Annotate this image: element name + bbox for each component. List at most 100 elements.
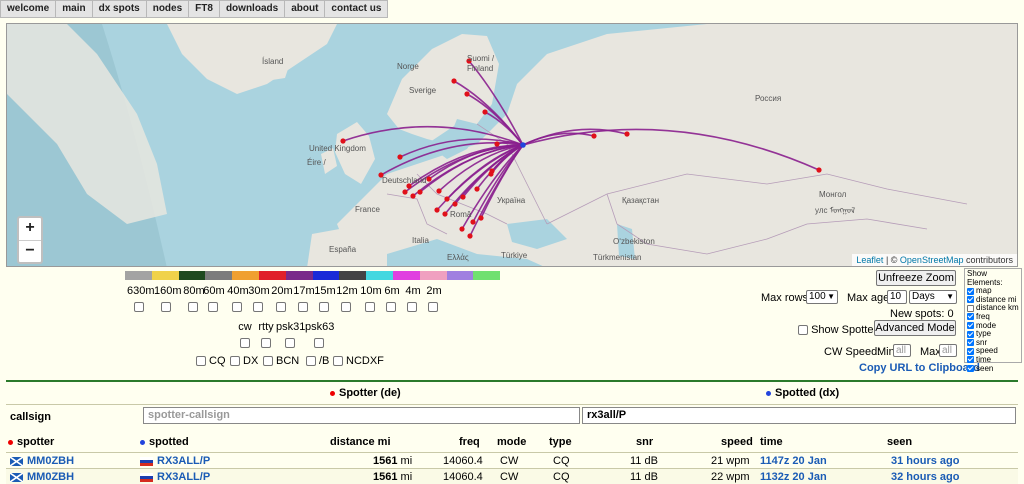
osm-link[interactable]: OpenStreetMap <box>900 255 964 265</box>
band-checkbox-30m[interactable] <box>253 302 263 312</box>
spotted-callsign-link[interactable]: RX3ALL/P <box>157 471 210 483</box>
col-speed[interactable]: speed <box>721 436 753 448</box>
band-checkbox-2m[interactable] <box>428 302 438 312</box>
spotter-marker[interactable] <box>417 189 423 195</box>
spotter-marker[interactable] <box>464 91 470 97</box>
advanced-mode-button[interactable]: Advanced Mode <box>874 320 956 336</box>
col-distance[interactable]: distance mi <box>330 436 391 448</box>
copy-url-link[interactable]: Copy URL to Clipboard <box>859 362 980 374</box>
seen-link[interactable]: 32 hours ago <box>891 471 959 483</box>
spotter-marker[interactable] <box>340 138 346 144</box>
spotter-marker[interactable] <box>451 78 457 84</box>
mode-checkbox-rtty[interactable] <box>261 338 271 348</box>
element-checkbox[interactable] <box>967 321 974 329</box>
spotted-callsign-link[interactable]: RX3ALL/P <box>157 455 210 467</box>
nav-welcome[interactable]: welcome <box>0 0 57 18</box>
spotter-callsign-link[interactable]: MM0ZBH <box>27 455 74 467</box>
show-element-distance-km[interactable]: distance km <box>967 304 1019 313</box>
leaflet-link[interactable]: Leaflet <box>856 255 883 265</box>
zoom-in-button[interactable]: + <box>19 218 41 240</box>
spotter-marker[interactable] <box>591 133 597 139</box>
mode-checkbox-psk63[interactable] <box>314 338 324 348</box>
show-element-mode[interactable]: mode <box>967 321 1019 331</box>
band-checkbox-630m[interactable] <box>134 302 144 312</box>
spotter-marker[interactable] <box>816 167 822 173</box>
type-checkbox[interactable] <box>196 356 206 367</box>
band-checkbox-17m[interactable] <box>298 302 308 312</box>
type-checkbox[interactable] <box>306 356 316 367</box>
col-seen[interactable]: seen <box>887 436 912 448</box>
col-spotter[interactable]: spotter <box>8 436 54 448</box>
type-checkbox[interactable] <box>333 356 343 367</box>
element-checkbox[interactable] <box>967 330 974 338</box>
show-spotters-toggle[interactable]: Show Spotters <box>798 324 883 336</box>
type-filter-slash-b[interactable]: /B <box>306 355 329 367</box>
zoom-out-button[interactable]: − <box>19 240 41 262</box>
spotter-marker[interactable] <box>444 196 450 202</box>
nav-ft8[interactable]: FT8 <box>189 0 220 18</box>
nav-nodes[interactable]: nodes <box>146 0 190 18</box>
spotter-marker[interactable] <box>434 207 440 213</box>
spotter-marker[interactable] <box>470 219 476 225</box>
col-spotted[interactable]: spotted <box>140 436 189 448</box>
type-checkbox[interactable] <box>263 356 273 367</box>
spotter-callsign-input[interactable]: spotter-callsign <box>143 407 580 424</box>
spotter-marker[interactable] <box>467 233 473 239</box>
seen-link[interactable]: 31 hours ago <box>891 455 959 467</box>
unfreeze-zoom-button[interactable]: Unfreeze Zoom <box>876 270 956 286</box>
band-checkbox-40m[interactable] <box>232 302 242 312</box>
show-spotters-checkbox[interactable] <box>798 325 808 336</box>
type-filter-cq[interactable]: CQ <box>196 355 226 367</box>
time-link[interactable]: 1132z 20 Jan <box>760 471 827 483</box>
type-filter-dx[interactable]: DX <box>230 355 258 367</box>
element-checkbox[interactable] <box>967 339 974 347</box>
band-checkbox-160m[interactable] <box>161 302 171 312</box>
show-element-time[interactable]: time <box>967 355 1019 365</box>
nav-about[interactable]: about <box>285 0 326 18</box>
band-checkbox-15m[interactable] <box>319 302 329 312</box>
nav-main[interactable]: main <box>56 0 93 18</box>
spotter-marker[interactable] <box>397 154 403 160</box>
col-freq[interactable]: freq <box>459 436 480 448</box>
type-checkbox[interactable] <box>230 356 240 367</box>
element-checkbox[interactable] <box>967 364 974 372</box>
spotter-marker[interactable] <box>474 186 480 192</box>
type-filter-bcn[interactable]: BCN <box>263 355 299 367</box>
spotter-marker[interactable] <box>489 168 495 174</box>
nav-downloads[interactable]: downloads <box>219 0 286 18</box>
band-checkbox-4m[interactable] <box>407 302 417 312</box>
spotter-marker[interactable] <box>624 131 630 137</box>
band-checkbox-6m[interactable] <box>386 302 396 312</box>
mode-checkbox-psk31[interactable] <box>285 338 295 348</box>
nav-dx-spots[interactable]: dx spots <box>92 0 147 18</box>
element-checkbox[interactable] <box>967 347 974 355</box>
col-mode[interactable]: mode <box>497 436 526 448</box>
element-checkbox[interactable] <box>967 356 974 364</box>
spotter-marker[interactable] <box>402 189 408 195</box>
show-element-type[interactable]: type <box>967 329 1019 339</box>
nav-contact-us[interactable]: contact us <box>325 0 389 18</box>
spotter-marker[interactable] <box>460 194 466 200</box>
show-element-seen[interactable]: seen <box>967 364 1019 374</box>
element-checkbox[interactable] <box>967 296 974 304</box>
spotter-marker[interactable] <box>452 201 458 207</box>
mode-checkbox-cw[interactable] <box>240 338 250 348</box>
band-checkbox-10m[interactable] <box>365 302 375 312</box>
spotter-marker[interactable] <box>410 193 416 199</box>
spotted-callsign-input[interactable]: rx3all/P <box>582 407 1016 424</box>
spotter-marker[interactable] <box>436 188 442 194</box>
spotted-station-marker[interactable] <box>520 142 526 148</box>
band-checkbox-20m[interactable] <box>276 302 286 312</box>
map-canvas[interactable] <box>7 24 1018 267</box>
spotter-marker[interactable] <box>459 226 465 232</box>
col-type[interactable]: type <box>549 436 572 448</box>
col-snr[interactable]: snr <box>636 436 653 448</box>
element-checkbox[interactable] <box>967 287 974 295</box>
time-link[interactable]: 1147z 20 Jan <box>760 455 827 467</box>
element-checkbox[interactable] <box>967 313 974 321</box>
cw-max-input[interactable]: all <box>939 344 957 357</box>
spotter-marker[interactable] <box>494 141 500 147</box>
spotter-marker[interactable] <box>426 176 432 182</box>
band-checkbox-80m[interactable] <box>188 302 198 312</box>
band-checkbox-60m[interactable] <box>208 302 218 312</box>
